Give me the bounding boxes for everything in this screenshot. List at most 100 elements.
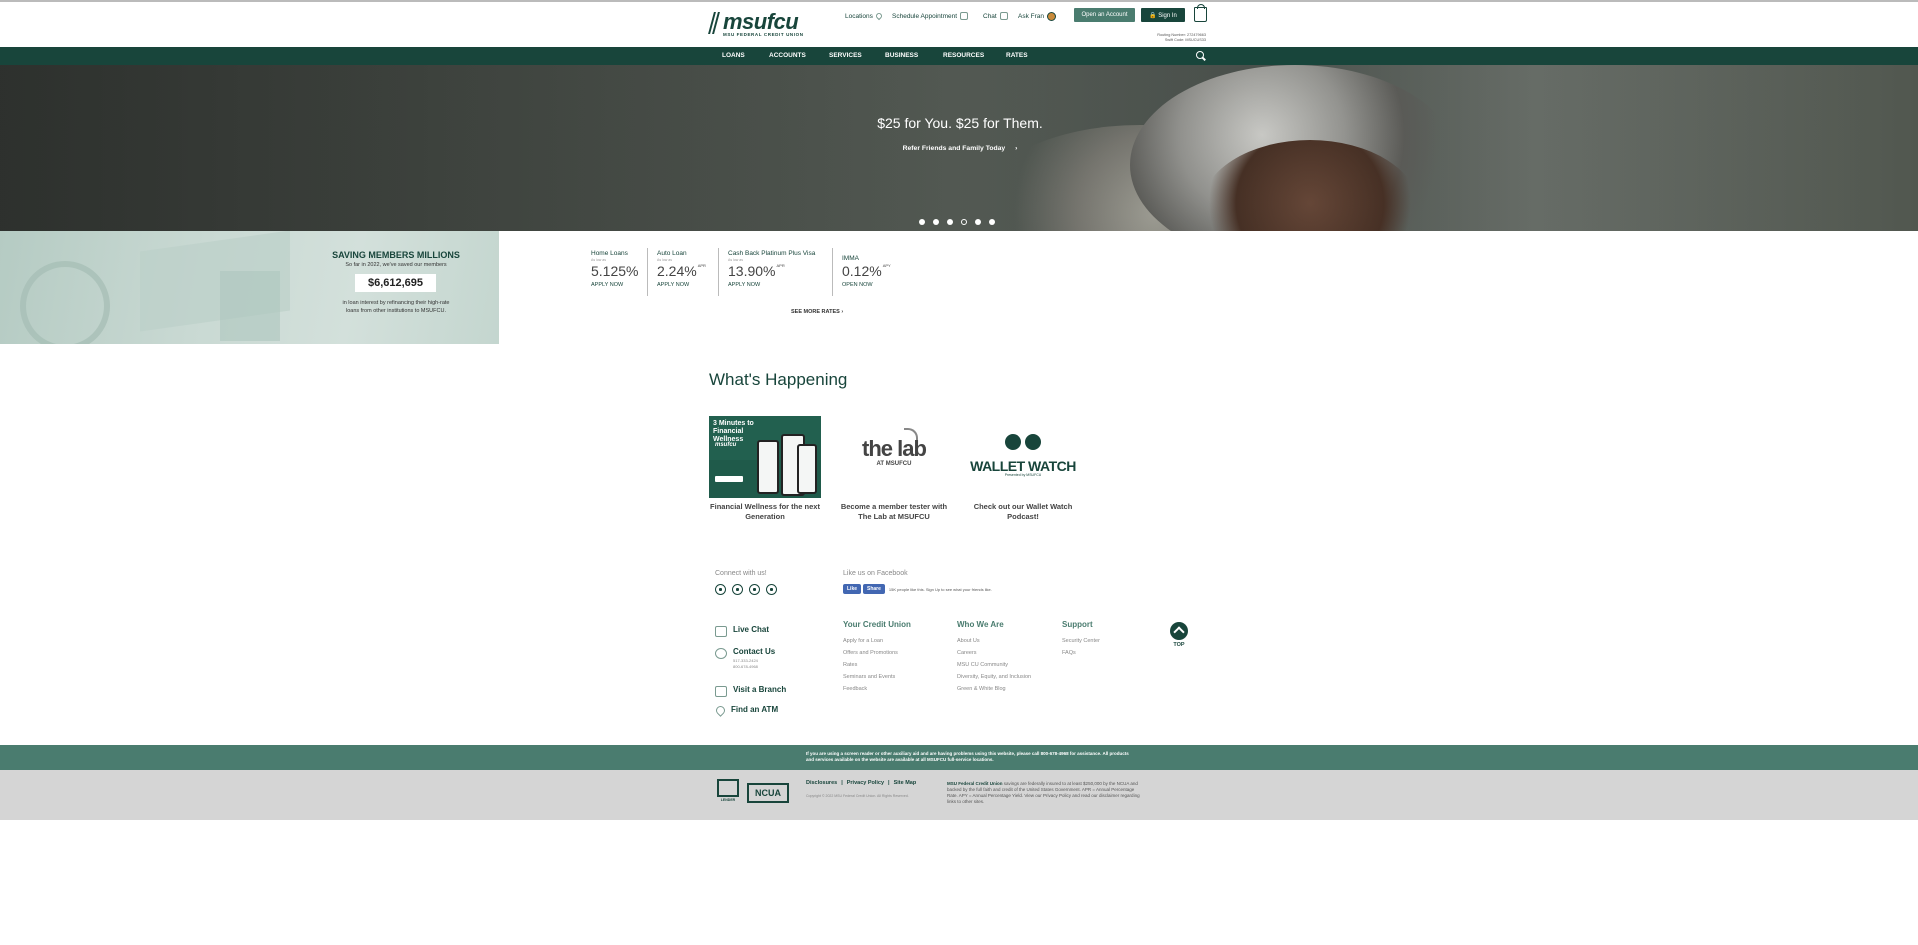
phone-number[interactable]: 800-678-4968 [733,664,775,670]
savings-description: in loan interest by refinancing their hi… [342,300,450,314]
carousel-dot-active[interactable] [961,219,967,225]
see-more-rates-link[interactable]: SEE MORE RATES › [791,309,843,315]
fb-like-button[interactable]: Like [843,584,862,594]
chat-link[interactable]: Chat [983,10,1008,22]
financial-wellness-image: 3 Minutes to Financial Wellness msufcu [709,416,821,498]
carousel-dots [919,219,995,225]
live-chat-link[interactable]: Live Chat [715,625,769,637]
search-icon[interactable] [1196,51,1204,59]
rate-auto-loan: Auto Loan As low as 2.24%APR APPLY NOW [657,250,706,288]
footer-link[interactable]: Green & White Blog [957,683,1031,695]
open-account-button[interactable]: Open an Account [1074,8,1135,22]
carousel-dot[interactable] [975,219,981,225]
copyright-text: Copyright © 2022 MSU Federal Credit Unio… [806,794,909,798]
accessibility-text: If you are using a screen reader or othe… [806,751,1129,762]
footer-link[interactable]: Apply for a Loan [843,635,911,647]
footer-link[interactable]: Rates [843,659,911,671]
footer-link[interactable]: About Us [957,635,1031,647]
nav-services[interactable]: SERVICES [829,47,862,65]
msufcu-logo[interactable]: msufcu MSU FEDERAL CREDIT UNION [708,9,807,40]
carousel-dot[interactable] [947,219,953,225]
fb-like-text: 15K people like this. Sign Up to see wha… [888,586,992,592]
carousel-dot[interactable] [919,219,925,225]
routing-info: Routing Number: 272479663 Swift Code: MS… [1100,33,1206,43]
ask-fran-link[interactable]: Ask Fran [1018,10,1057,22]
apply-now-link[interactable]: APPLY NOW [591,282,639,288]
apply-now-link[interactable]: APPLY NOW [657,282,706,288]
facebook-icon[interactable] [715,584,726,595]
rate-name[interactable]: IMMA [842,255,891,262]
footer-link[interactable]: Careers [957,647,1031,659]
ncua-logo: NCUA [747,783,789,803]
rate-imma: IMMA 0.12%APY OPEN NOW [842,255,891,288]
savings-bg-shape [220,271,280,341]
card-caption: Check out our Wallet Watch Podcast! [973,502,1073,521]
fb-share-button[interactable]: Share [863,584,885,594]
footer-link[interactable]: MSU CU Community [957,659,1031,671]
logo-bars-icon [708,12,721,34]
footer-link[interactable]: Diversity, Equity, and Inclusion [957,671,1031,683]
visit-branch-link[interactable]: Visit a Branch [715,685,786,697]
savings-promo: SAVING MEMBERS MILLIONS So far in 2022, … [0,231,499,344]
locations-label: Locations [845,12,873,20]
instagram-icon[interactable] [766,584,777,595]
contact-us-link[interactable]: Contact Us 517-333-2424 800-678-4968 [715,647,775,670]
disclosures-link[interactable]: Disclosures [806,780,837,786]
legal-links: Disclosures | Privacy Policy | Site Map [806,780,917,786]
nav-loans[interactable]: LOANS [722,47,745,65]
twitter-icon[interactable] [732,584,743,595]
find-atm-label: Find an ATM [731,705,779,714]
schedule-appointment-link[interactable]: Schedule Appointment [892,10,969,22]
rate-name[interactable]: Cash Back Platinum Plus Visa [728,250,815,257]
back-to-top-label[interactable]: TOP [1170,642,1188,648]
apply-now-link[interactable]: APPLY NOW [728,282,815,288]
back-to-top-button[interactable] [1170,622,1188,640]
site-map-link[interactable]: Site Map [894,780,917,786]
footer-link[interactable]: Feedback [843,683,911,695]
card-caption: Financial Wellness for the next Generati… [710,502,820,521]
card-the-lab[interactable]: the lab AT MSUFCU Become a member tester… [838,416,950,522]
image-title: the lab [862,436,927,461]
shopping-bag-icon[interactable] [1194,4,1207,22]
rate-name[interactable]: Auto Loan [657,250,706,257]
footer-link[interactable]: Offers and Promotions [843,647,911,659]
savings-subtitle: So far in 2022, we've saved our members [345,262,447,268]
connect-heading: Connect with us! [715,570,767,577]
ask-fran-label: Ask Fran [1018,12,1045,20]
nav-rates[interactable]: RATES [1006,47,1028,65]
rate-name[interactable]: Home Loans [591,250,639,257]
card-wallet-watch[interactable]: WALLET WATCH Presented by MSUFCU Check o… [967,416,1079,522]
youtube-icon[interactable] [749,584,760,595]
hero-cta-label: Refer Friends and Family Today [902,145,1006,152]
rate-divider [832,248,833,296]
bank-building-icon [715,686,727,697]
the-lab-logo: the lab AT MSUFCU [838,416,950,498]
calendar-icon [960,12,969,20]
footer-col-your-credit-union: Your Credit Union Apply for a Loan Offer… [843,620,911,695]
footer-link[interactable]: FAQs [1062,647,1100,659]
locations-link[interactable]: Locations [845,10,884,22]
binoculars-icon [1005,434,1041,454]
nav-business[interactable]: BUSINESS [885,47,918,65]
footer-col-heading: Your Credit Union [843,620,911,629]
contact-us-label: Contact Us [733,647,776,656]
accessibility-bar: If you are using a screen reader or othe… [0,745,1918,770]
live-chat-label: Live Chat [733,625,770,634]
sign-in-button[interactable]: 🔒 Sign In [1141,8,1185,22]
footer-col-support: Support Security Center FAQs [1062,620,1100,659]
footer-link[interactable]: Seminars and Events [843,671,911,683]
carousel-dot[interactable] [933,219,939,225]
savings-bg-wheel [20,261,110,344]
nav-resources[interactable]: RESOURCES [943,47,984,65]
house-icon [717,779,739,797]
hero-cta-link[interactable]: Refer Friends and Family Today › [840,145,1080,152]
carousel-dot[interactable] [989,219,995,225]
open-now-link[interactable]: OPEN NOW [842,282,891,288]
footer-col-who-we-are: Who We Are About Us Careers MSU CU Commu… [957,620,1031,695]
rate-visa: Cash Back Platinum Plus Visa As low as 1… [728,250,815,288]
footer-link[interactable]: Security Center [1062,635,1100,647]
nav-accounts[interactable]: ACCOUNTS [769,47,806,65]
card-financial-wellness[interactable]: 3 Minutes to Financial Wellness msufcu F… [709,416,821,522]
find-atm-link[interactable]: Find an ATM [714,704,779,717]
privacy-policy-link[interactable]: Privacy Policy [847,780,884,786]
